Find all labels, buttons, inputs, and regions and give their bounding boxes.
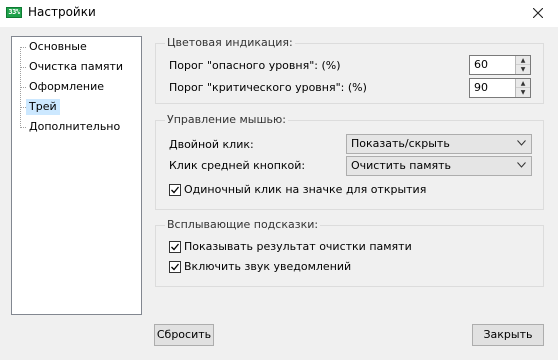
popup-hints-group: Всплывающие подсказки: Показывать резуль…	[155, 218, 544, 287]
danger-threshold-stepper[interactable]: 60 ▲ ▼	[469, 55, 531, 75]
stepper-down-button[interactable]: ▼	[516, 88, 530, 97]
middle-click-value: Очистить память	[351, 159, 452, 172]
close-window-button[interactable]	[518, 0, 558, 27]
nav-item-tray[interactable]: Трей	[26, 99, 60, 115]
group-title: Цветовая индикация:	[165, 36, 295, 49]
middle-click-label: Клик средней кнопкой:	[169, 159, 306, 172]
mouse-control-group: Управление мышью: Двойной клик: Показать…	[155, 113, 544, 210]
nav-item-memory-cleanup[interactable]: Очистка памяти	[26, 59, 126, 75]
chevron-down-icon	[517, 140, 526, 146]
close-icon	[532, 7, 544, 19]
reset-button[interactable]: Сбросить	[154, 324, 214, 346]
stepper-down-button[interactable]: ▼	[516, 65, 530, 74]
single-click-label[interactable]: Одиночный клик на значке для открытия	[184, 183, 426, 196]
show-result-label[interactable]: Показывать результат очистки памяти	[184, 240, 412, 253]
show-result-checkbox[interactable]	[169, 241, 181, 253]
danger-threshold-value: 60	[474, 58, 488, 71]
app-icon: 33%	[6, 7, 22, 18]
stepper-buttons: ▲ ▼	[515, 56, 530, 74]
stepper-buttons: ▲ ▼	[515, 79, 530, 97]
window-title: Настройки	[28, 5, 96, 19]
close-button[interactable]: Закрыть	[472, 324, 544, 346]
critical-threshold-stepper[interactable]: 90 ▲ ▼	[469, 78, 531, 98]
chevron-down-icon	[517, 162, 526, 168]
double-click-value: Показать/скрыть	[351, 137, 450, 150]
stepper-up-button[interactable]: ▲	[516, 79, 530, 88]
double-click-select[interactable]: Показать/скрыть	[346, 134, 532, 154]
checkmark-icon	[171, 263, 180, 271]
title-bar: 33% Настройки	[0, 0, 558, 27]
nav-item-general[interactable]: Основные	[26, 39, 90, 55]
checkmark-icon	[171, 243, 180, 251]
color-indication-group: Цветовая индикация: Порог "опасного уров…	[155, 36, 544, 104]
critical-threshold-value: 90	[474, 81, 488, 94]
group-title: Управление мышью:	[165, 113, 289, 126]
nav-item-advanced[interactable]: Дополнительно	[26, 119, 123, 135]
middle-click-select[interactable]: Очистить память	[346, 156, 532, 176]
double-click-label: Двойной клик:	[169, 138, 254, 151]
group-title: Всплывающие подсказки:	[165, 218, 321, 231]
single-click-checkbox[interactable]	[169, 184, 181, 196]
sound-checkbox[interactable]	[169, 261, 181, 273]
checkmark-icon	[171, 186, 180, 194]
settings-nav-tree[interactable]: Основные Очистка памяти Оформление Трей …	[11, 36, 142, 315]
stepper-up-button[interactable]: ▲	[516, 56, 530, 65]
danger-threshold-label: Порог "опасного уровня": (%)	[169, 59, 341, 72]
critical-threshold-label: Порог "критического уровня": (%)	[169, 81, 367, 94]
nav-item-appearance[interactable]: Оформление	[26, 79, 107, 95]
sound-label[interactable]: Включить звук уведомлений	[184, 260, 351, 273]
